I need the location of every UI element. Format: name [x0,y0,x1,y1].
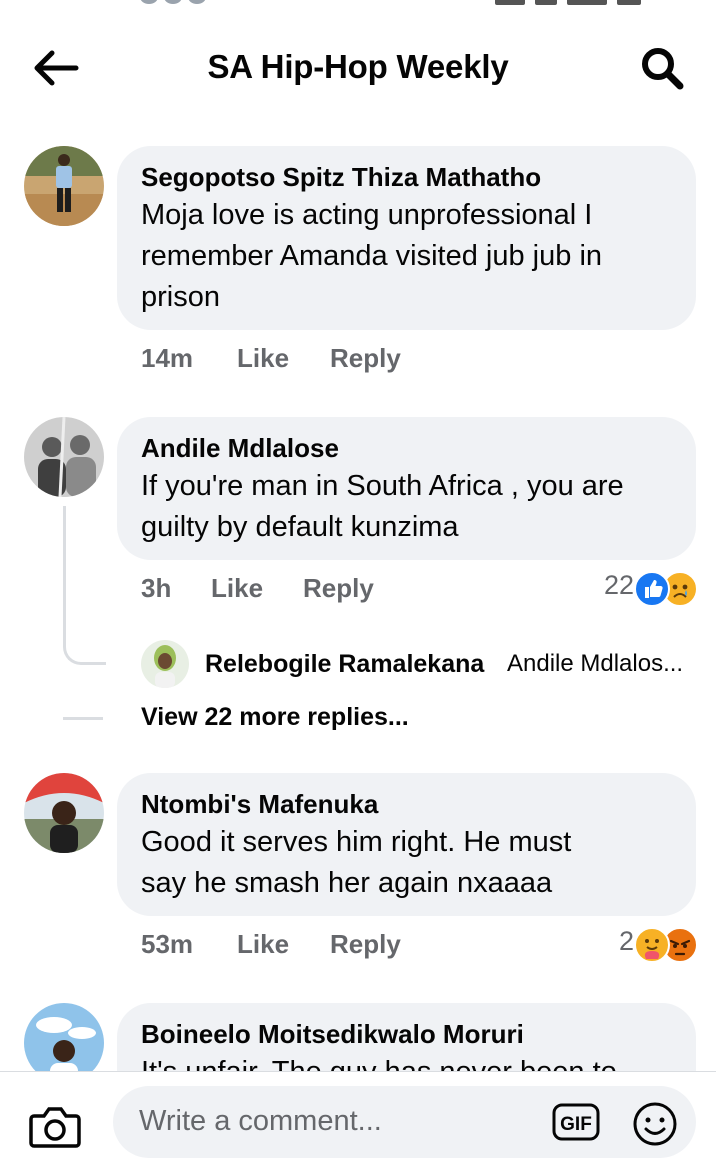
page-title: SA Hip-Hop Weekly [207,48,509,85]
emoji-button[interactable] [631,1100,679,1148]
thread-connector [63,640,103,720]
reaction-summary[interactable]: 2 [560,926,710,963]
reply-button[interactable]: Reply [330,343,401,374]
comment-input-container[interactable]: GIF [113,1086,696,1158]
reply-button[interactable]: Reply [330,929,401,960]
comment-author[interactable]: Segopotso Spitz Thiza Mathatho [141,161,672,193]
comment-timestamp: 3h [141,573,172,603]
status-icons-left [140,0,240,4]
comment-author[interactable]: Boineelo Moitsedikwalo Moruri [141,1018,672,1050]
comment-composer: GIF [0,1071,716,1158]
comment-bubble[interactable]: Andile Mdlalose If you're man in South A… [117,417,696,560]
reply-preview[interactable]: Relebogile Ramalekana Andile Mdlalos... [141,640,701,688]
comment-bubble[interactable]: Segopotso Spitz Thiza Mathatho Moja love… [117,146,696,330]
status-bar [0,0,716,8]
reaction-summary[interactable]: 22 [560,570,710,607]
comment-input[interactable] [137,1100,531,1142]
like-button[interactable]: Like [211,573,263,604]
comment-timestamp: 14m [141,343,194,373]
care-reaction-icon [634,927,670,963]
camera-icon [29,1107,81,1148]
avatar[interactable] [24,417,104,497]
reply-author[interactable]: Relebogile Ramalekana [205,650,484,679]
status-icons-right [495,0,685,5]
reply-text: Andile Mdlalos... [507,650,684,677]
avatar[interactable] [141,640,189,688]
like-reaction-icon [634,571,670,607]
comment-text: If you're man in South Africa , you are … [141,470,624,543]
reaction-count: 22 [603,570,634,600]
gif-button[interactable]: GIF [551,1102,601,1142]
avatar[interactable] [24,146,104,226]
view-more-replies-link[interactable]: View 22 more replies... [141,703,409,732]
comment-bubble[interactable]: Ntombi's Mafenuka Good it serves him rig… [117,773,696,916]
avatar[interactable] [24,773,104,853]
comment-text: Moja love is acting unprofessional I rem… [141,199,603,313]
like-button[interactable]: Like [237,929,289,960]
gif-label: GIF [560,1114,592,1135]
reaction-count: 2 [618,926,634,956]
search-icon [642,48,684,90]
comment-author[interactable]: Andile Mdlalose [141,432,672,464]
app-header: SA Hip-Hop Weekly [0,20,716,114]
search-button[interactable] [634,44,692,92]
comment-timestamp: 53m [141,929,194,959]
reply-button[interactable]: Reply [303,573,374,604]
like-button[interactable]: Like [237,343,289,374]
emoji-icon [633,1102,677,1146]
comment-author[interactable]: Ntombi's Mafenuka [141,788,672,820]
camera-button[interactable] [28,1102,82,1148]
comment-text: Good it serves him right. He must say he… [141,826,572,899]
